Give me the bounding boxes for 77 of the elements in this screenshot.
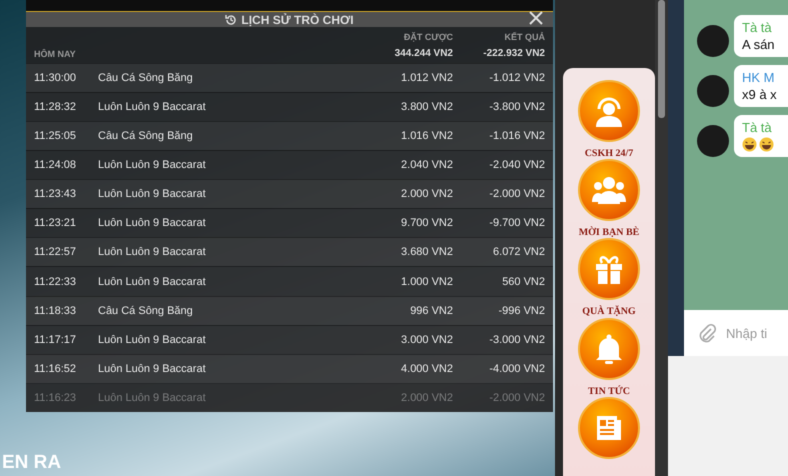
result-cell-text: -1.016 VN2: [488, 130, 545, 142]
paperclip-icon[interactable]: [698, 323, 716, 343]
game-cell-text: Luôn Luôn 9 Baccarat: [98, 392, 207, 404]
panel-title: LỊCH SỬ TRÒ CHƠI: [225, 12, 354, 27]
game-cell-text: Câu Cá Sông Băng: [98, 304, 194, 317]
bet-cell-text: 2.040 VN2: [400, 159, 453, 171]
laughing-face-icon: [759, 137, 774, 152]
menu-label: CSKH 24/7: [584, 148, 634, 159]
result-cell-text: -9.700 VN2: [488, 217, 545, 230]
time-cell-text: 11:16:23: [34, 392, 78, 404]
bet-cell-text: 1.000 VN2: [400, 276, 453, 288]
menu-label: MỜI BẠN BÈ: [578, 227, 640, 238]
game-cell-text: Câu Cá Sông Băng: [98, 130, 194, 142]
game-cell-text: Luôn Luôn 9 Baccarat: [98, 362, 207, 375]
message-author: Tà tà: [742, 20, 773, 35]
result-cell-text: 560 VN2: [501, 276, 545, 288]
game-cell-text: Luôn Luôn 9 Baccarat: [98, 276, 207, 288]
time-cell-text: 11:23:43: [34, 188, 78, 200]
result-cell-text: -996 VN2: [498, 304, 545, 317]
time-cell-text: 11:30:00: [34, 72, 78, 84]
result-cell-text: -3.800 VN2: [488, 100, 545, 113]
time-cell-text: 11:23:21: [34, 217, 78, 230]
game-cell-text: Luôn Luôn 9 Baccarat: [98, 217, 207, 230]
column-header: KẾT QUẢ: [504, 32, 545, 42]
bet-cell-text: 1.012 VN2: [400, 72, 453, 84]
result-cell-text: -4.000 VN2: [488, 362, 545, 375]
bet-cell-text: 9.700 VN2: [400, 217, 453, 230]
total-result: -222.932 VN2: [482, 48, 545, 60]
time-cell-text: 11:25:05: [34, 130, 78, 142]
game-cell-text: Luôn Luôn 9 Baccarat: [98, 334, 207, 346]
time-cell-text: 11:18:33: [34, 304, 78, 317]
total-bet: 344.244 VN2: [394, 48, 453, 60]
close-icon: [529, 11, 543, 26]
time-cell-text: 11:16:52: [34, 362, 78, 375]
time-cell-text: 11:28:32: [34, 100, 78, 113]
avatar: [697, 125, 729, 157]
result-cell-text: 6.072 VN2: [492, 246, 545, 258]
time-cell-text: 11:17:17: [34, 334, 78, 346]
result-cell-text: -2.000 VN2: [488, 188, 545, 200]
bell-icon: [595, 334, 623, 364]
avatar: [697, 25, 729, 57]
message-author: HK M: [742, 70, 776, 85]
history-icon: [225, 14, 238, 26]
game-cell-text: Luôn Luôn 9 Baccarat: [98, 246, 207, 258]
column-header: ĐẶT CƯỢC: [402, 32, 453, 42]
game-cell-text: Luôn Luôn 9 Baccarat: [98, 100, 207, 113]
menu-label: QUÀ TẶNG: [582, 306, 636, 318]
bet-cell-text: 3.000 VN2: [400, 334, 453, 346]
message-author: Tà tà: [742, 120, 773, 135]
bet-cell-text: 2.000 VN2: [400, 392, 453, 404]
game-caption: EN RA: [2, 452, 62, 474]
game-cell-text: Luôn Luôn 9 Baccarat: [98, 188, 207, 200]
game-cell-text: Luôn Luôn 9 Baccarat: [98, 159, 207, 171]
time-cell-text: 11:22:57: [34, 246, 78, 258]
result-cell-text: -2.040 VN2: [488, 159, 545, 171]
newspaper-icon: [595, 414, 623, 442]
message-text: x9 à x: [742, 87, 778, 102]
message-text: A sán: [742, 37, 776, 52]
game-cell-text: Câu Cá Sông Băng: [98, 72, 194, 84]
result-cell-text: -2.000 VN2: [488, 392, 545, 404]
bet-cell-text: 996 VN2: [409, 304, 453, 317]
laughing-face-icon: [742, 137, 757, 152]
menu-label: TIN TỨC: [588, 386, 630, 397]
bet-cell-text: 1.016 VN2: [400, 130, 453, 142]
time-cell-text: 11:22:33: [34, 276, 78, 288]
bet-cell-text: 3.680 VN2: [400, 246, 453, 258]
avatar: [697, 75, 729, 107]
gift-icon: [594, 254, 624, 284]
time-cell-text: 11:24:08: [34, 159, 78, 171]
result-cell-text: -1.012 VN2: [488, 72, 545, 84]
bet-cell-text: 2.000 VN2: [400, 188, 453, 200]
bet-cell-text: 4.000 VN2: [400, 362, 453, 375]
headset-icon: [594, 95, 624, 127]
bet-cell-text: 3.800 VN2: [400, 100, 453, 113]
result-cell-text: -3.000 VN2: [488, 334, 545, 346]
date-label: HÔM NAY: [34, 48, 77, 59]
group-icon: [592, 176, 626, 204]
